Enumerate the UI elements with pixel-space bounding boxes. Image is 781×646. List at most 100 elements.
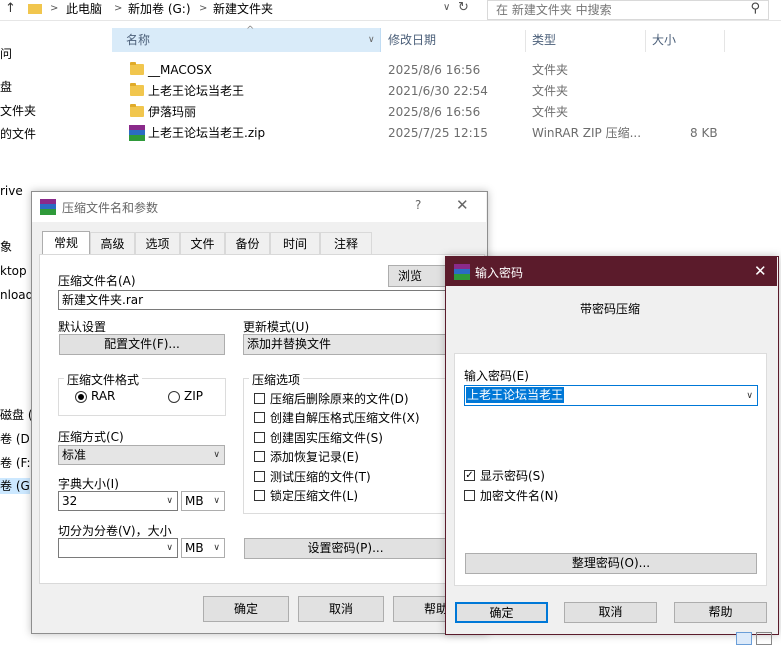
winrar-icon	[40, 199, 56, 215]
nav-item[interactable]: 的文件	[0, 126, 36, 142]
password-selection: 上老王论坛当老王	[466, 387, 565, 403]
dictionary-size-select[interactable]: 32 ∨	[58, 491, 178, 511]
folder-icon	[130, 83, 144, 96]
dictionary-size-label: 字典大小(I)	[58, 477, 119, 491]
winrar-zip-icon	[129, 125, 145, 141]
archive-name-label: 压缩文件名(A)	[58, 274, 136, 288]
folder-icon	[130, 104, 144, 117]
folder-icon	[130, 62, 144, 75]
close-icon[interactable]: ✕	[456, 196, 469, 214]
search-box[interactable]: ⚲	[487, 0, 769, 20]
dialog-title: 压缩文件名和参数	[62, 201, 159, 215]
checkbox[interactable]	[254, 471, 265, 482]
up-arrow-icon[interactable]: ↑	[5, 1, 16, 16]
chevron-down-icon[interactable]: ∨	[368, 28, 375, 52]
profiles-button[interactable]: 配置文件(F)...	[59, 334, 225, 355]
split-volumes-input[interactable]: ∨	[58, 538, 178, 558]
tab-advanced[interactable]: 高级	[90, 232, 135, 254]
radio-rar-label: RAR	[91, 389, 116, 403]
nav-item[interactable]: 文件夹	[0, 103, 36, 119]
set-password-button[interactable]: 设置密码(P)...	[244, 538, 447, 559]
archive-dialog-titlebar: 压缩文件名和参数 ? ✕	[32, 192, 486, 222]
nav-item[interactable]: rive	[0, 183, 23, 199]
radio-zip[interactable]	[168, 391, 180, 403]
file-row[interactable]: 上老王论坛当老王.zip 2025/7/25 12:15 WinRAR ZIP …	[120, 123, 740, 143]
chevron-down-icon: ∨	[213, 450, 220, 460]
split-unit-select[interactable]: MB ∨	[181, 538, 225, 558]
archive-format-label: 压缩文件格式	[64, 371, 143, 388]
nav-item[interactable]: 卷 (F:)	[0, 455, 35, 471]
chevron-down-icon[interactable]: ∨	[746, 387, 753, 405]
split-volumes-label: 切分为分卷(V)，大小	[58, 524, 172, 538]
refresh-icon[interactable]: ↻	[458, 0, 469, 15]
breadcrumb-drive[interactable]: 新加卷 (G:)	[128, 0, 191, 18]
chevron-down-icon: ∨	[166, 496, 173, 506]
nav-item[interactable]: ktop	[0, 263, 27, 279]
tab-files[interactable]: 文件	[180, 232, 225, 254]
chevron-right-icon: >	[199, 3, 208, 14]
column-header-name[interactable]: 名称 ^ ∨	[112, 25, 381, 52]
dialog-title: 输入密码	[475, 266, 524, 280]
search-input[interactable]	[494, 1, 738, 19]
help-button[interactable]: 帮助	[393, 596, 453, 622]
nav-item-selected[interactable]: 卷 (G:)	[0, 478, 39, 494]
column-header-size[interactable]: 大小	[652, 28, 722, 52]
chevron-down-icon: ∨	[166, 543, 173, 553]
tab-comment[interactable]: 注释	[320, 232, 372, 254]
update-mode-label: 更新模式(U)	[243, 320, 310, 334]
checkbox[interactable]	[254, 451, 265, 462]
folder-icon	[28, 4, 42, 14]
chevron-down-icon: ∨	[213, 496, 220, 506]
search-icon[interactable]: ⚲	[750, 1, 760, 16]
large-icons-view-icon[interactable]	[756, 632, 772, 645]
nav-item[interactable]: 象	[0, 239, 12, 255]
cancel-button[interactable]: 取消	[298, 596, 384, 622]
file-row[interactable]: 伊落玛丽 2025/8/6 16:56 文件夹	[120, 102, 740, 122]
archive-name-input[interactable]: 新建文件夹.rar	[58, 290, 446, 310]
password-help-button[interactable]: 帮助	[674, 602, 767, 623]
column-header-type[interactable]: 类型	[532, 28, 632, 52]
tab-options[interactable]: 选项	[135, 232, 180, 254]
browse-button[interactable]: 浏览(B)...	[388, 265, 446, 303]
close-icon[interactable]: ✕	[754, 262, 767, 280]
ok-button[interactable]: 确定	[203, 596, 289, 622]
password-ok-button[interactable]: 确定	[455, 602, 548, 623]
default-settings-label: 默认设置	[58, 320, 107, 334]
password-cancel-button[interactable]: 取消	[564, 602, 657, 623]
checkbox-checked[interactable]: ✓	[464, 470, 475, 481]
checkbox[interactable]	[254, 490, 265, 501]
radio-rar[interactable]	[75, 391, 87, 403]
compression-method-label: 压缩方式(C)	[58, 430, 124, 444]
checkbox[interactable]	[464, 490, 475, 501]
checkbox[interactable]	[254, 412, 265, 423]
compression-method-select[interactable]: 标准 ∨	[58, 445, 225, 465]
radio-zip-label: ZIP	[184, 389, 203, 403]
column-header-date[interactable]: 修改日期	[388, 28, 518, 52]
help-icon[interactable]: ?	[415, 198, 421, 212]
checkbox[interactable]	[254, 432, 265, 443]
tab-time[interactable]: 时间	[270, 232, 320, 254]
organize-passwords-button[interactable]: 整理密码(O)...	[465, 553, 757, 574]
update-mode-select[interactable]: 添加并替换文件	[243, 334, 446, 355]
chevron-right-icon: >	[50, 3, 59, 14]
dictionary-unit-select[interactable]: MB ∨	[181, 491, 225, 511]
chevron-down-icon[interactable]: ∨	[443, 2, 450, 13]
tab-general[interactable]: 常规	[42, 231, 90, 255]
breadcrumb-folder[interactable]: 新建文件夹	[213, 0, 273, 18]
chevron-right-icon: >	[114, 3, 123, 14]
details-view-icon[interactable]	[736, 632, 752, 645]
password-label: 输入密码(E)	[464, 369, 529, 383]
nav-item[interactable]: 问	[0, 46, 12, 62]
file-row[interactable]: __MACOSX 2025/8/6 16:56 文件夹	[120, 60, 740, 80]
tab-backup[interactable]: 备份	[225, 232, 270, 254]
checkbox[interactable]	[254, 393, 265, 404]
nav-item[interactable]: 盘	[0, 79, 12, 95]
sort-up-icon: ^	[246, 25, 255, 36]
chevron-down-icon: ∨	[213, 543, 220, 553]
password-input[interactable]: 上老王论坛当老王 ∨	[464, 385, 758, 406]
nav-item[interactable]: nload	[0, 287, 33, 303]
winrar-icon	[454, 264, 470, 280]
password-dialog-titlebar: 输入密码 ✕	[446, 257, 777, 286]
file-row[interactable]: 上老王论坛当老王 2021/6/30 22:54 文件夹	[120, 81, 740, 101]
breadcrumb-this-pc[interactable]: 此电脑	[66, 0, 102, 18]
